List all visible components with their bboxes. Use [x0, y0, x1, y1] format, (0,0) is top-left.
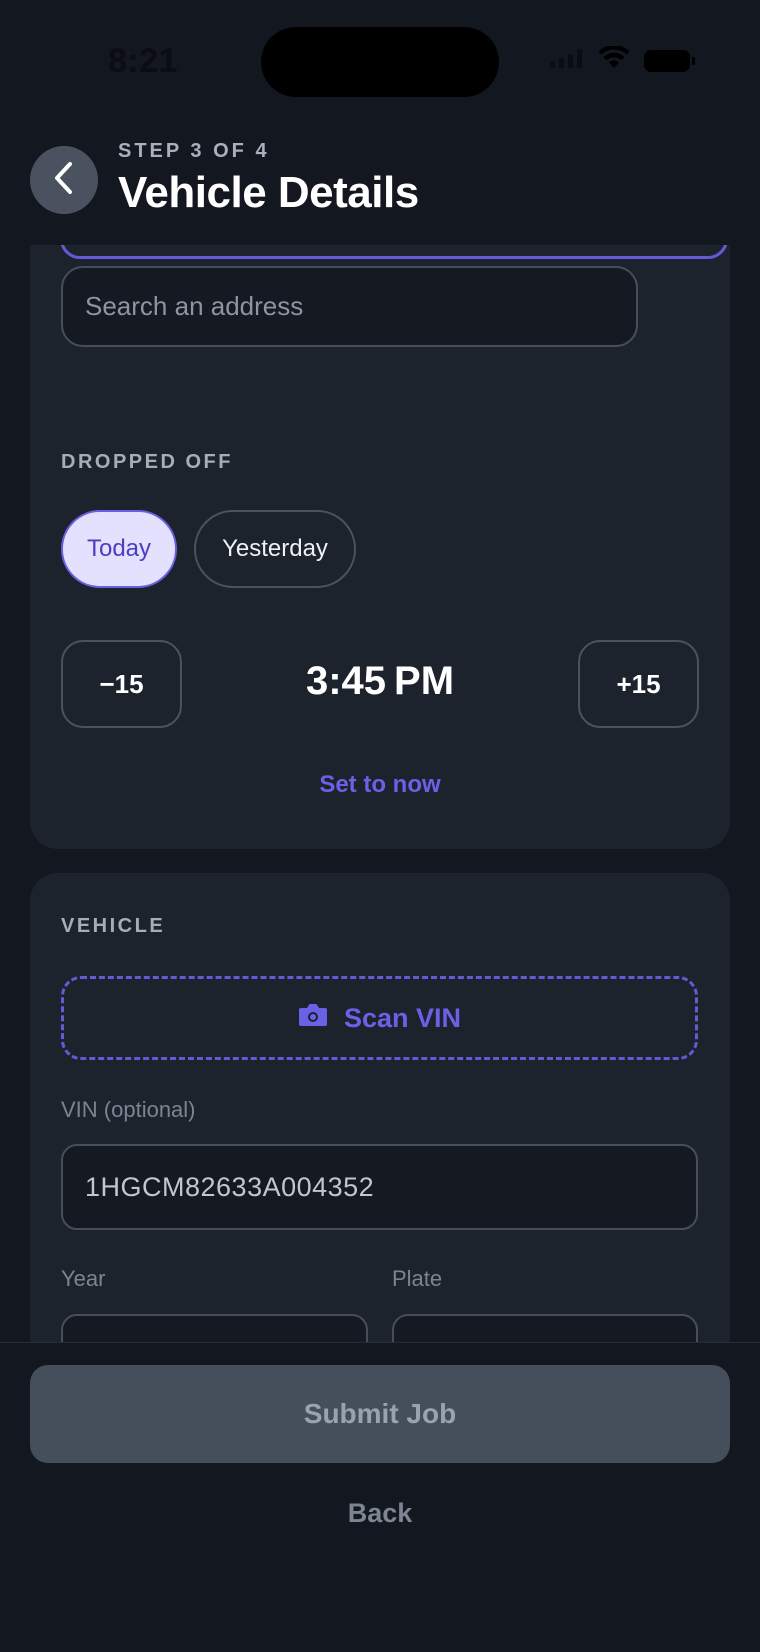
vehicle-label: VEHICLE	[61, 915, 166, 937]
plus-15-button[interactable]: +15	[578, 640, 699, 728]
status-time: 8:21	[108, 42, 179, 80]
wifi-icon	[598, 45, 630, 75]
footer: Submit Job Back	[0, 1342, 760, 1652]
chip-yesterday[interactable]: Yesterday	[194, 510, 356, 588]
camera-icon	[298, 1002, 328, 1035]
back-link[interactable]: Back	[0, 1478, 760, 1548]
form-scroll-area[interactable]: DROPPED OFF Today Yesterday −15 3:45 PM …	[0, 245, 760, 1342]
chevron-left-icon	[51, 161, 77, 200]
submit-job-button[interactable]: Submit Job	[30, 1365, 730, 1463]
back-button[interactable]	[30, 146, 98, 214]
status-icons	[550, 45, 695, 75]
year-field-label: Year	[61, 1266, 106, 1291]
dropped-off-time: 3:45 PM	[305, 659, 455, 703]
signal-icon	[550, 48, 584, 73]
dropped-off-card: DROPPED OFF Today Yesterday −15 3:45 PM …	[30, 409, 730, 849]
plate-input[interactable]	[392, 1314, 698, 1342]
set-to-now-link[interactable]: Set to now	[30, 771, 730, 799]
minus-15-button[interactable]: −15	[61, 640, 182, 728]
vehicle-card: VEHICLE Scan VIN VIN (optional) 1HGCM826…	[30, 873, 730, 1342]
vin-field-label: VIN (optional)	[61, 1097, 196, 1122]
year-input[interactable]	[61, 1314, 368, 1342]
scan-vin-label: Scan VIN	[343, 1002, 462, 1033]
vin-input[interactable]: 1HGCM82633A004352	[61, 1144, 698, 1230]
battery-icon	[644, 49, 695, 72]
selected-address-option[interactable]	[60, 245, 728, 259]
scan-vin-button[interactable]: Scan VIN	[61, 976, 698, 1060]
plate-field-label: Plate	[392, 1266, 443, 1291]
dynamic-island	[261, 27, 499, 97]
header: STEP 3 OF 4 Vehicle Details	[0, 120, 760, 245]
status-bar: 8:21	[0, 0, 760, 120]
address-search-input[interactable]	[61, 266, 638, 347]
chip-today[interactable]: Today	[61, 510, 177, 588]
dropped-off-label: DROPPED OFF	[61, 451, 233, 473]
page-title: Vehicle Details	[118, 168, 419, 217]
step-indicator: STEP 3 OF 4	[118, 140, 270, 162]
